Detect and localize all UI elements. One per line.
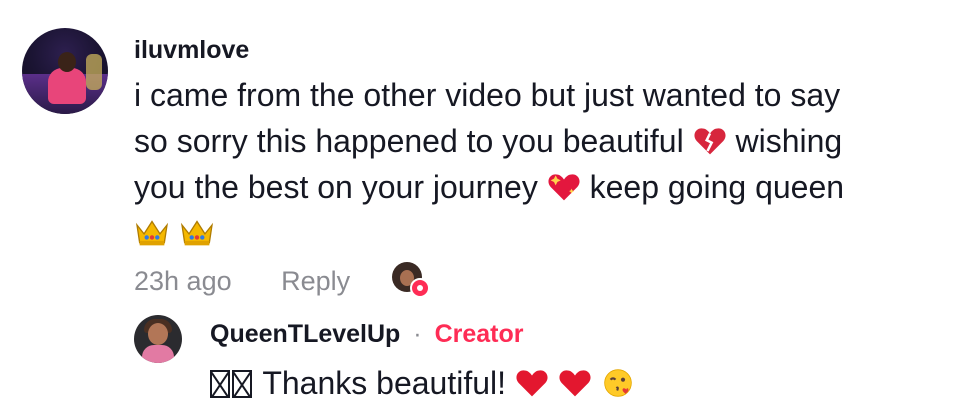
commenter-username[interactable]: iluvmlove — [134, 36, 249, 65]
red-heart-icon — [559, 370, 591, 397]
missing-glyph-icon — [210, 370, 230, 398]
reply-separator: · — [413, 320, 422, 348]
comment-line-2-b: wishing — [735, 123, 843, 159]
comment-text: i came from the other video but just wan… — [134, 72, 934, 256]
reply-button[interactable]: Reply — [281, 266, 350, 296]
creator-heart-badge-icon — [410, 278, 430, 298]
reply-avatar-shirt — [142, 345, 174, 363]
crown-icon — [135, 220, 169, 246]
reply-header: QueenTLevelUp · Creator — [210, 320, 523, 349]
avatar-person-head — [58, 52, 76, 72]
face-blowing-kiss-icon — [603, 369, 632, 397]
crown-icon — [180, 220, 213, 246]
comment-line-2-a: so sorry this happened to you beautiful — [134, 123, 684, 159]
comment-meta: 23h ago Reply — [134, 266, 350, 297]
commenter-avatar[interactable] — [22, 28, 108, 114]
comment-timestamp: 23h ago — [134, 266, 232, 296]
creator-liked-avatar — [392, 262, 430, 298]
comment-line-1: i came from the other video but just wan… — [134, 77, 841, 113]
avatar-person-body — [48, 68, 86, 104]
reply-username[interactable]: QueenTLevelUp — [210, 320, 400, 348]
reply-avatar-face — [148, 323, 168, 345]
comment-line-3-a: you the best on your journey — [134, 169, 538, 205]
comment-line-3-b: keep going queen — [589, 169, 845, 205]
broken-heart-icon — [694, 128, 726, 155]
avatar-light — [86, 54, 102, 90]
red-heart-icon — [516, 370, 548, 397]
creator-badge: Creator — [434, 320, 524, 348]
reply-message: Thanks beautiful! — [262, 365, 507, 401]
sparkling-heart-icon — [548, 174, 580, 201]
missing-glyph-icon — [232, 370, 252, 398]
reply-avatar[interactable] — [134, 315, 182, 363]
reply-text: Thanks beautiful! — [210, 360, 635, 406]
